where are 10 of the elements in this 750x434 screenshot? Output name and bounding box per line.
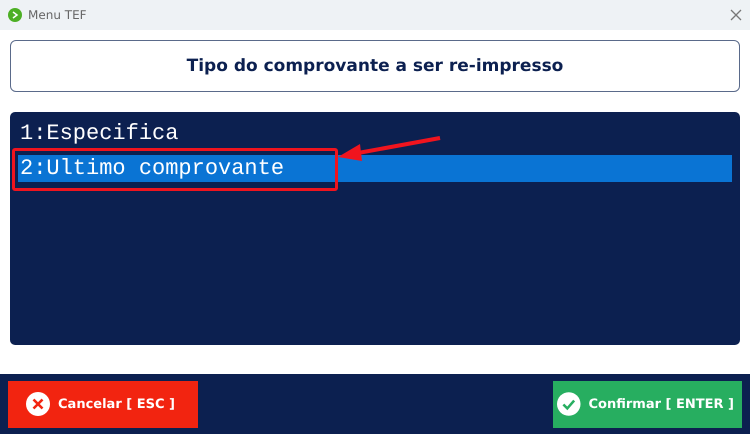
window-title: Menu TEF xyxy=(28,8,88,22)
confirm-button[interactable]: Confirmar [ ENTER ] xyxy=(553,380,742,428)
list-option[interactable]: 2:Ultimo comprovante xyxy=(18,155,732,182)
app-icon xyxy=(8,8,22,22)
list-option[interactable]: 1:Especifica xyxy=(18,120,732,147)
close-icon[interactable] xyxy=(730,9,742,21)
close-icon xyxy=(26,392,50,416)
header-title: Tipo do comprovante a ser re-impresso xyxy=(186,56,564,76)
cancel-button[interactable]: Cancelar [ ESC ] xyxy=(8,380,198,428)
check-icon xyxy=(557,392,581,416)
